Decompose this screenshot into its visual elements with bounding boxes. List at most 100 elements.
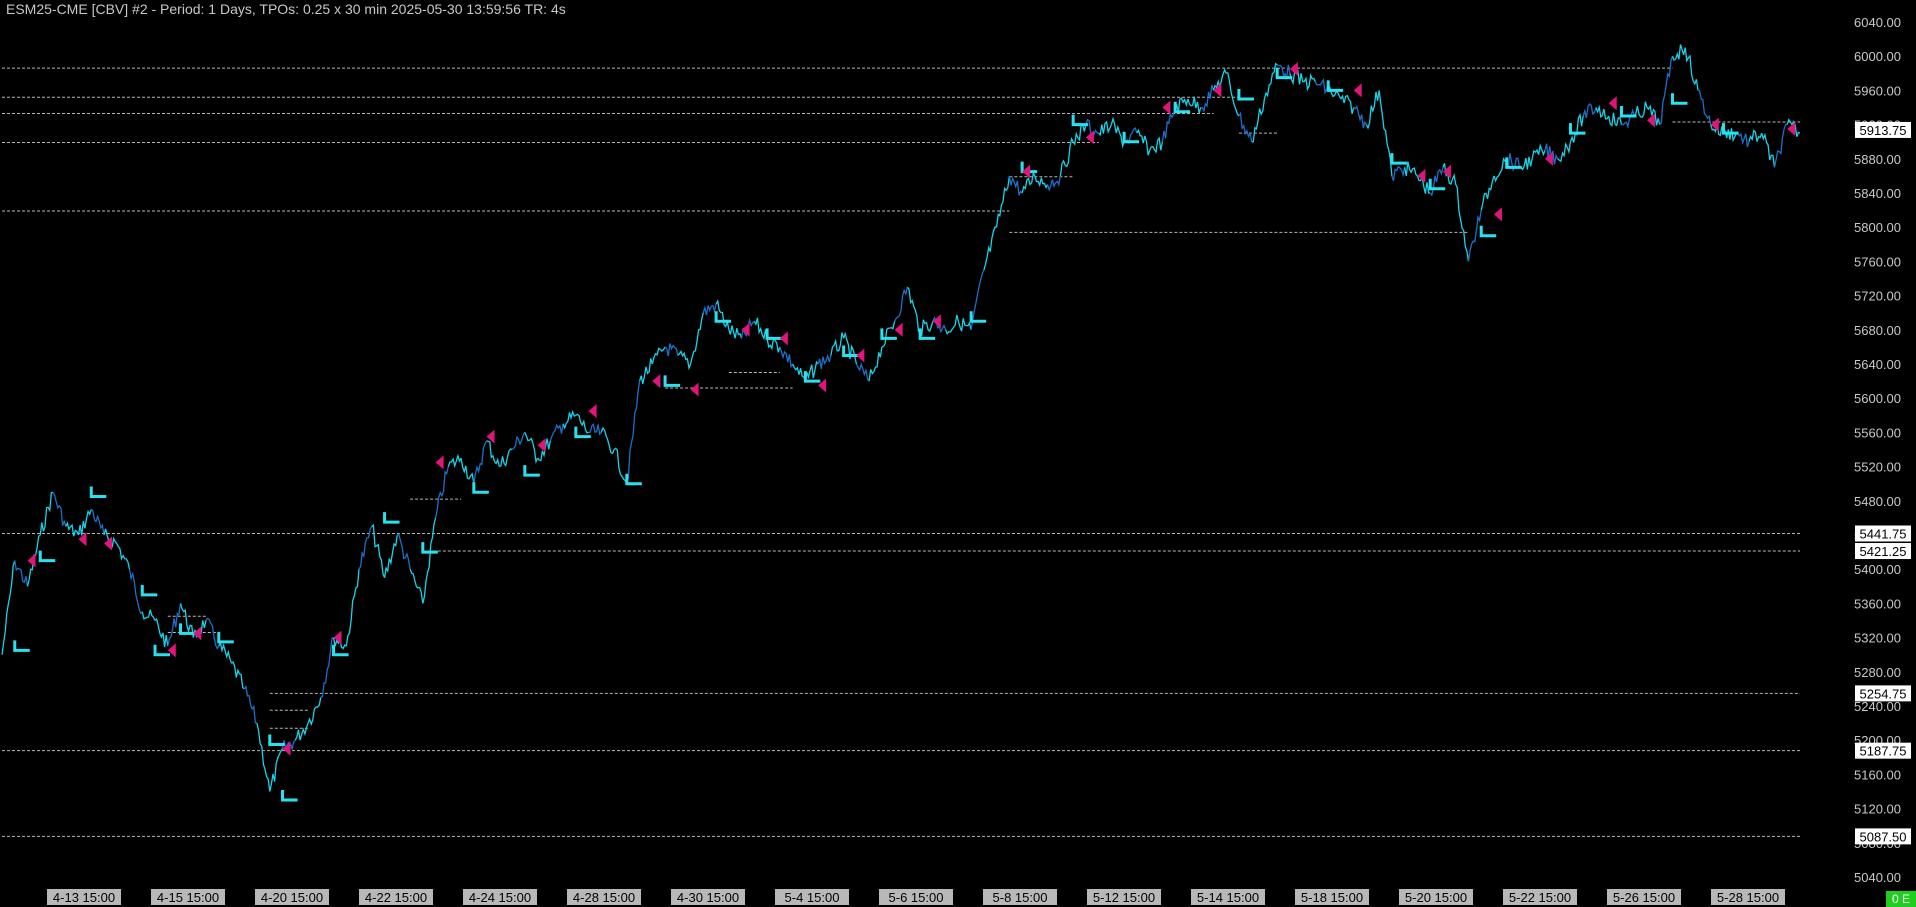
x-tick-label: 4-20 15:00 [261, 890, 323, 905]
price-segment [499, 448, 513, 468]
y-tick-label: 5600.00 [1854, 391, 1901, 406]
price-segment [65, 521, 80, 537]
y-tick-label: 5520.00 [1854, 460, 1901, 475]
value-area-bracket [574, 426, 591, 439]
price-segment [1, 560, 16, 655]
price-segment [243, 684, 258, 724]
price-segment [944, 314, 960, 335]
price-segment [14, 560, 29, 587]
value-area-bracket [89, 486, 107, 499]
price-segment [1378, 90, 1393, 176]
price-segment [511, 432, 526, 451]
price-segment [383, 534, 398, 578]
poc-marker [193, 626, 202, 641]
price-segment [1034, 175, 1049, 189]
price-segment [613, 447, 628, 484]
price-segment [549, 423, 564, 442]
poc-marker [537, 438, 546, 453]
price-segment [231, 661, 245, 690]
value-area-bracket [13, 640, 30, 652]
price-segment [575, 413, 589, 434]
value-area-bracket [383, 512, 400, 524]
poc-marker [1493, 207, 1502, 222]
y-tick-label: 5280.00 [1854, 665, 1901, 680]
price-segment [1353, 105, 1367, 129]
price-segment [626, 381, 641, 484]
value-area-layer [13, 67, 1739, 802]
price-segment [1340, 94, 1355, 114]
price-segment [1595, 104, 1610, 120]
poc-marker [856, 348, 865, 363]
price-segment [804, 360, 819, 382]
x-tick-label: 5-18 15:00 [1301, 890, 1363, 905]
price-segment [524, 432, 539, 464]
x-tick-label: 4-24 15:00 [469, 890, 531, 905]
y-tick-label: 5320.00 [1854, 631, 1901, 646]
price-segment [141, 609, 156, 621]
price-segment [855, 362, 870, 382]
value-area-bracket [38, 550, 56, 563]
price-segment [1467, 210, 1482, 262]
price-segment [1008, 175, 1023, 196]
x-tick-label: 5-8 15:00 [993, 890, 1048, 905]
price-segment [919, 319, 934, 337]
price-segment [1761, 132, 1776, 168]
x-tick-label: 5-14 15:00 [1197, 890, 1259, 905]
marked-price-label: 5421.25 [1860, 544, 1907, 559]
price-segment [957, 318, 972, 332]
poc-marker [27, 553, 36, 568]
value-area-bracket [765, 328, 783, 340]
price-segment [1238, 111, 1253, 142]
price-segment [39, 491, 54, 536]
price-segment [1697, 89, 1712, 125]
price-segment [1365, 90, 1380, 130]
price-segment [995, 175, 1011, 228]
price-segment [1659, 55, 1674, 126]
price-segment [881, 321, 896, 348]
poc-marker [652, 374, 661, 389]
price-segment [1072, 123, 1087, 146]
price-segment [1174, 97, 1189, 113]
price-segment [1046, 175, 1062, 192]
price-segment [1582, 103, 1597, 119]
price-segment [983, 226, 997, 271]
y-tick-label: 5760.00 [1854, 254, 1901, 269]
price-segment [1455, 184, 1470, 262]
price-segment [906, 286, 921, 333]
value-area-bracket [1237, 88, 1254, 101]
y-tick-label: 6040.00 [1854, 15, 1901, 30]
price-segment [422, 517, 437, 604]
value-area-bracket [1670, 93, 1688, 105]
value-area-bracket [268, 734, 285, 746]
poc-marker [588, 404, 597, 419]
price-segment [1149, 136, 1164, 154]
poc-marker [435, 455, 444, 470]
value-area-bracket [880, 328, 897, 340]
x-tick-label: 5-20 15:00 [1405, 890, 1467, 905]
value-area-bracket [523, 465, 540, 477]
poc-marker [894, 322, 903, 337]
price-segment [702, 303, 717, 316]
y-tick-label: 5880.00 [1854, 152, 1901, 167]
price-segment [753, 317, 768, 341]
value-area-bracket [1390, 153, 1407, 165]
value-area-bracket [1326, 80, 1344, 92]
price-segment [1314, 77, 1329, 95]
poc-marker [779, 331, 788, 346]
value-area-bracket [663, 375, 681, 387]
y-tick-label: 5480.00 [1854, 494, 1901, 509]
price-segment [1684, 47, 1699, 91]
y-tick-label: 5160.00 [1854, 767, 1901, 782]
price-segment [779, 346, 794, 369]
y-tick-label: 5720.00 [1854, 289, 1901, 304]
price-segment [1773, 123, 1788, 168]
price-segment [1748, 129, 1763, 142]
price-chart[interactable]: 6040.006000.005960.005920.005880.005840.… [0, 0, 1916, 907]
price-segment [77, 509, 92, 536]
x-tick-label: 4-13 15:00 [53, 890, 115, 905]
price-segment [1621, 108, 1635, 130]
price-segment [345, 569, 360, 647]
price-segment [1608, 112, 1623, 127]
value-area-bracket [281, 790, 298, 802]
x-tick-label: 4-22 15:00 [365, 890, 427, 905]
